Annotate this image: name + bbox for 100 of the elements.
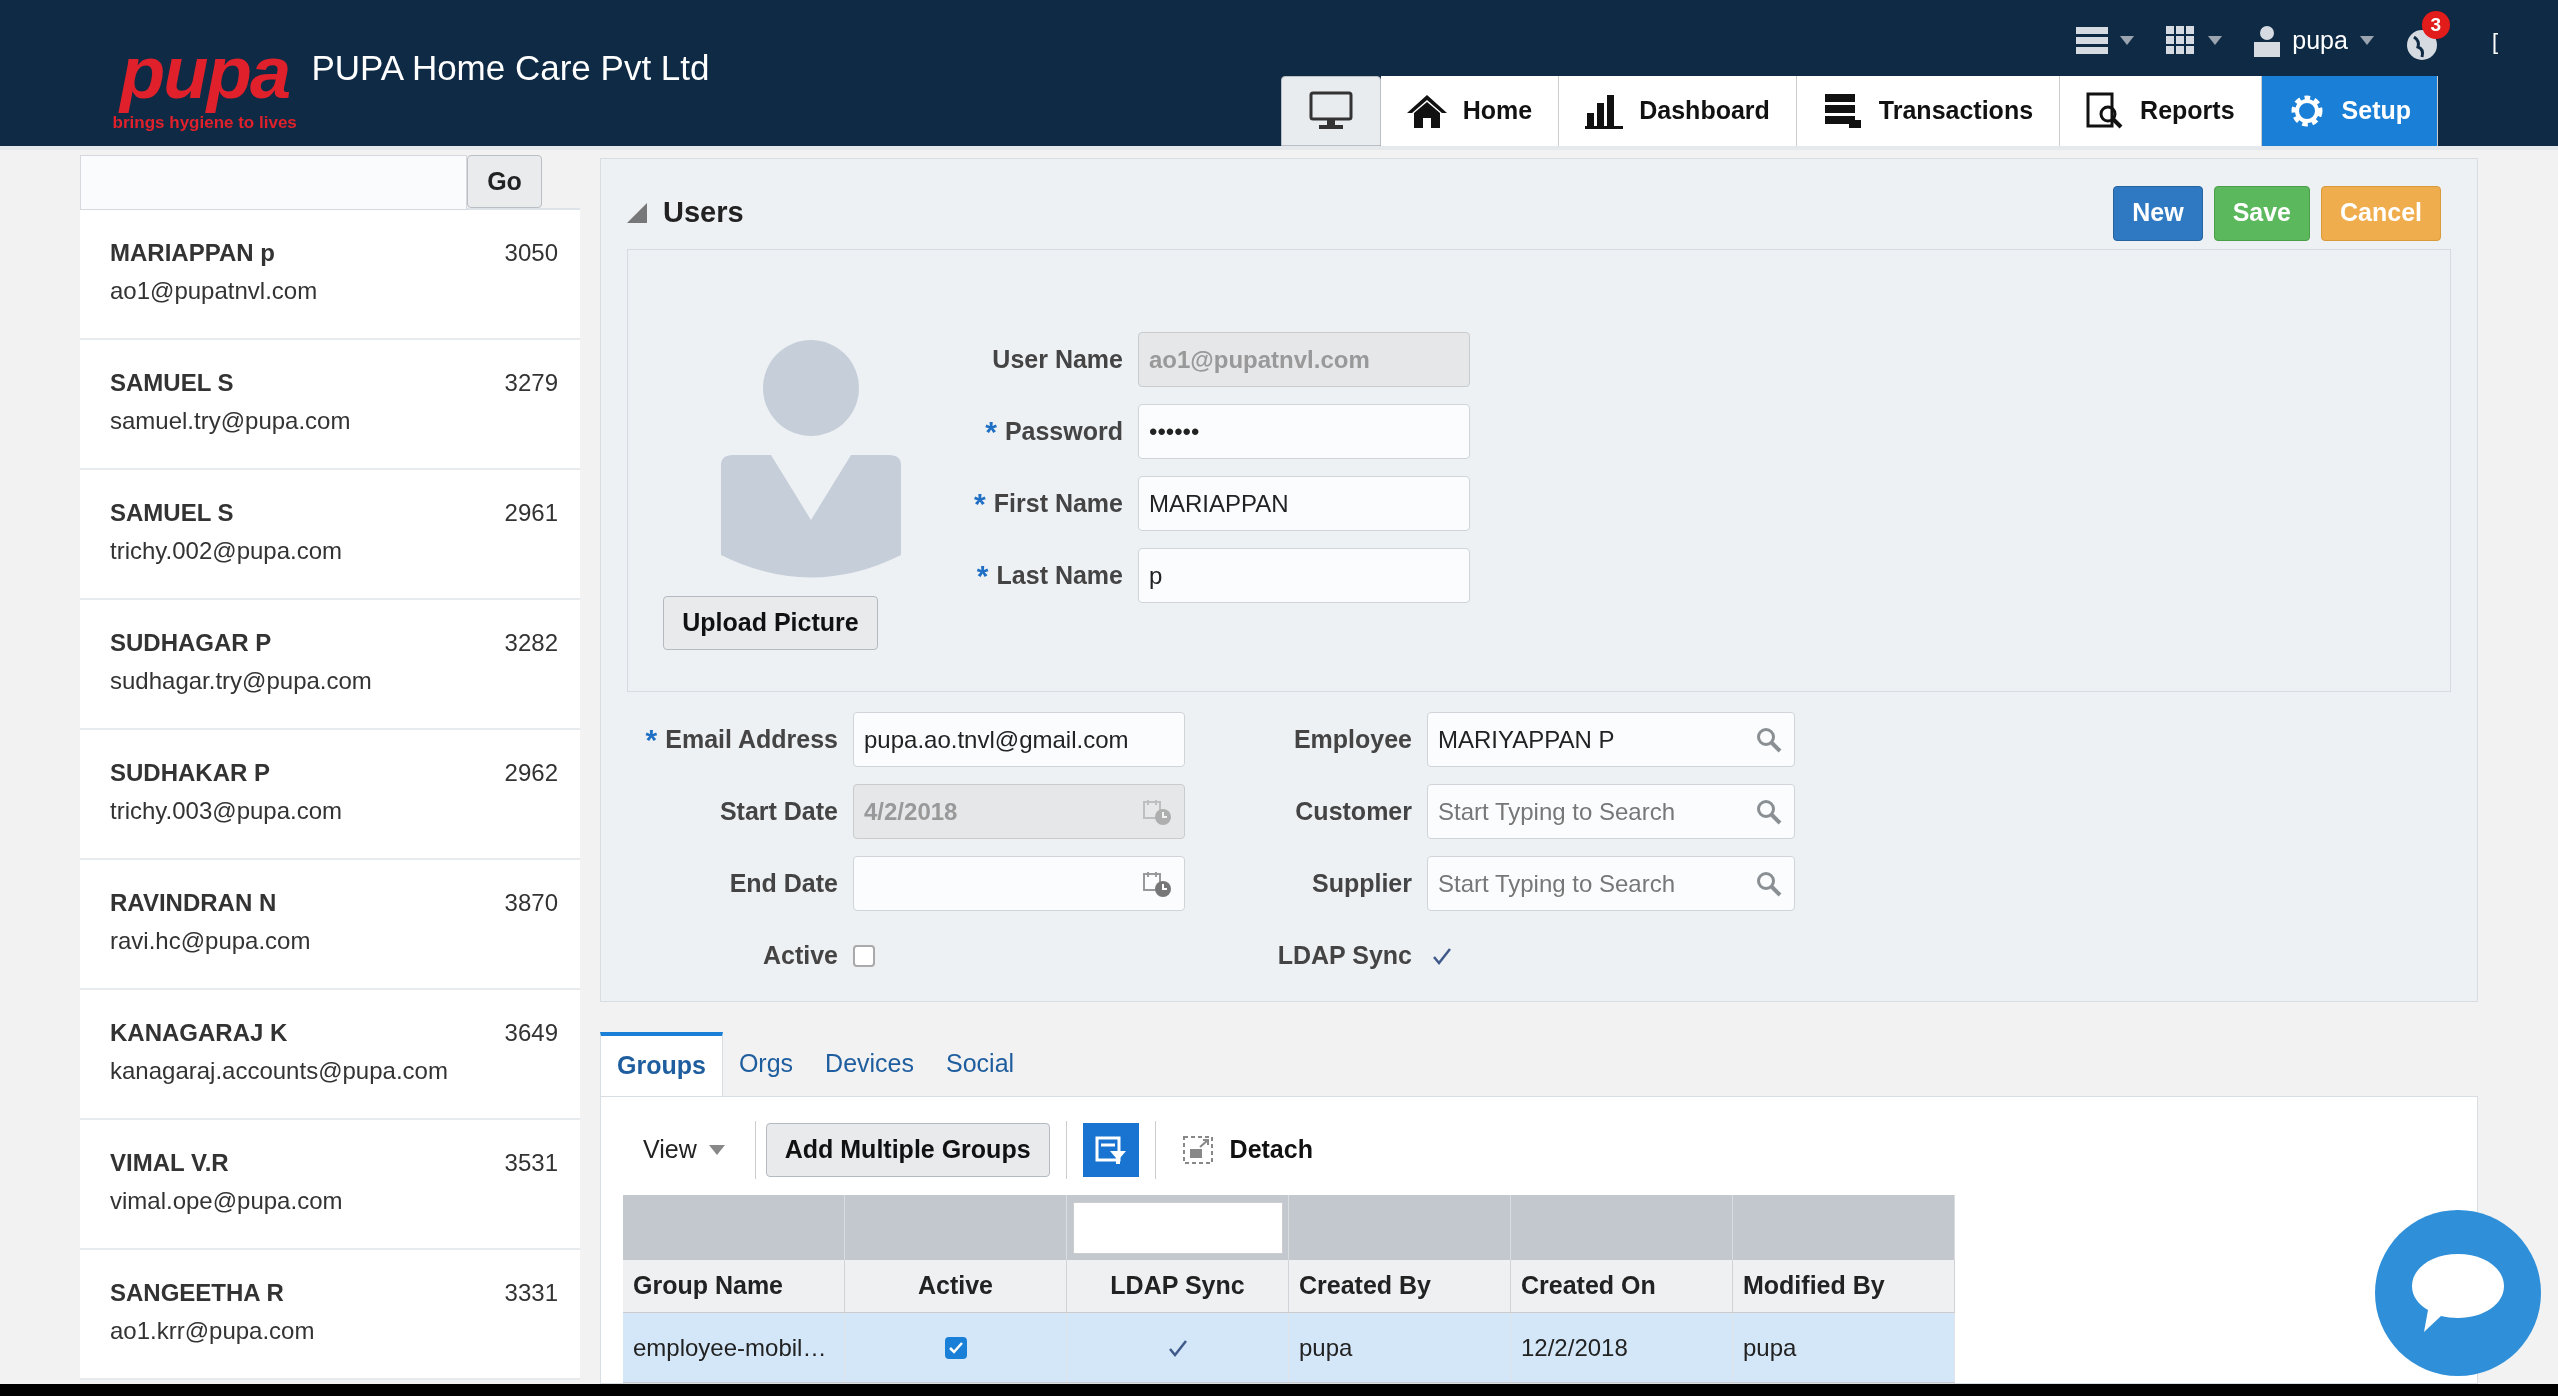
user-email: ao1@pupatnvl.com [110, 278, 318, 304]
field-label: Start Date [719, 795, 838, 827]
avatar-placeholder-icon [720, 340, 901, 578]
collapse-triangle-icon[interactable] [627, 203, 647, 223]
field-label: First Name [993, 487, 1123, 519]
nav-tab[interactable]: Setup [2261, 76, 2438, 146]
bar-chart-icon [1585, 93, 1624, 129]
column-filter-field[interactable] [1072, 1201, 1283, 1254]
nav-tab[interactable]: Home [1380, 76, 1560, 146]
user-number: 3531 [504, 1150, 558, 1178]
user-number: 3282 [504, 630, 558, 658]
column-header[interactable]: Created By [1289, 1260, 1511, 1312]
user-icon [2254, 25, 2281, 57]
user-list-item[interactable]: SUDHAKAR P trichy.003@pupa.com 2962 [80, 730, 580, 860]
input-field[interactable]: pupa.ao.tnvl@gmail.com [853, 712, 1185, 767]
column-header[interactable]: Created On [1511, 1260, 1733, 1312]
desktop-view-button[interactable] [1280, 76, 1381, 146]
lookup-field[interactable]: Start Typing to Search [1427, 856, 1795, 911]
upload-picture-button[interactable]: Upload Picture [663, 596, 878, 650]
user-number: 2962 [504, 760, 558, 788]
user-list-item[interactable]: VIMAL V.R vimal.ope@pupa.com 3531 [80, 1120, 580, 1250]
lookup-field[interactable]: MARIYAPPAN P [1427, 712, 1795, 767]
user-email: ravi.hc@pupa.com [110, 928, 311, 954]
user-list-item[interactable]: MARIAPPAN p ao1@pupatnvl.com 3050 [80, 210, 580, 340]
user-email: vimal.ope@pupa.com [110, 1188, 343, 1214]
column-header[interactable]: Group Name [623, 1260, 845, 1312]
search-icon [1756, 798, 1782, 825]
search-field[interactable] [80, 155, 467, 210]
user-menu[interactable]: pupa [2254, 22, 2374, 60]
notification-count: 3 [2421, 11, 2450, 39]
view-menu-button[interactable]: View [623, 1131, 745, 1169]
user-number: 3331 [504, 1280, 558, 1308]
user-number: 3870 [504, 890, 558, 918]
user-name: SUDHAGAR P [110, 630, 273, 656]
input-field[interactable]: MARIAPPAN [1138, 476, 1470, 531]
detach-icon [1181, 1135, 1214, 1165]
home-icon [1406, 93, 1447, 129]
field-label: Password [1004, 415, 1123, 447]
user-name: VIMAL V.R [110, 1150, 230, 1176]
user-list-item[interactable]: SAMUEL S trichy.002@pupa.com 2961 [80, 470, 580, 600]
user-email: kanagaraj.accounts@pupa.com [110, 1058, 448, 1084]
table-cell: 12/2/2018 [1511, 1313, 1733, 1382]
field-label: Supplier [1312, 867, 1412, 899]
go-button[interactable]: Go [467, 155, 542, 208]
checkbox[interactable] [853, 944, 875, 967]
user-name: RAVINDRAN N [110, 890, 278, 916]
calendar-icon [1142, 869, 1172, 898]
required-asterisk: * [985, 421, 997, 442]
cut-off-glyph: [ [2491, 27, 2498, 56]
column-header[interactable]: LDAP Sync [1067, 1260, 1289, 1312]
filter-button[interactable] [1082, 1123, 1139, 1177]
user-list-item[interactable]: SANGEETHA R ao1.krr@pupa.com 3331 [80, 1250, 580, 1380]
user-list-item[interactable]: SAMUEL S samuel.try@pupa.com 3279 [80, 340, 580, 470]
user-number: 3050 [504, 240, 558, 268]
required-asterisk: * [974, 493, 986, 514]
user-email: trichy.002@pupa.com [110, 538, 343, 564]
table-cell: employee-mobil… [623, 1313, 845, 1382]
nav-tab[interactable]: Reports [2060, 76, 2262, 146]
filter-icon [1094, 1135, 1127, 1165]
add-multiple-groups-button[interactable]: Add Multiple Groups [765, 1123, 1050, 1177]
calendar-icon [1142, 797, 1172, 826]
apps-grid-icon[interactable] [2166, 26, 2223, 56]
column-header[interactable]: Active [845, 1260, 1067, 1312]
table-cell: pupa [1733, 1313, 1955, 1382]
column-header[interactable]: Modified By [1733, 1260, 1955, 1312]
user-list-item[interactable]: RAVINDRAN N ravi.hc@pupa.com 3870 [80, 860, 580, 990]
field-label: Employee [1293, 723, 1412, 755]
date-field[interactable] [853, 856, 1185, 911]
logo-wordmark: pupa [117, 33, 291, 113]
user-email: ao1.krr@pupa.com [110, 1318, 315, 1344]
nav-tab[interactable]: Transactions [1796, 76, 2061, 146]
nav-tab[interactable]: Dashboard [1559, 76, 1797, 146]
table-cell: pupa [1289, 1313, 1511, 1382]
tab[interactable]: Orgs [722, 1032, 810, 1096]
table-row[interactable]: employee-mobil… pupa 12/2/2018 pupa [623, 1313, 1955, 1383]
lookup-field[interactable]: Start Typing to Search [1427, 784, 1795, 839]
form-action-button[interactable]: New [2113, 185, 2203, 241]
field-label: LDAP Sync [1277, 939, 1412, 971]
list-menu-icon[interactable] [2076, 27, 2135, 55]
user-list-item[interactable]: SUDHAGAR P sudhagar.try@pupa.com 3282 [80, 600, 580, 730]
user-number: 3649 [504, 1020, 558, 1048]
input-field[interactable]: •••••• [1138, 404, 1470, 459]
detach-button[interactable]: Detach [1171, 1131, 1323, 1169]
company-name: PUPA Home Care Pvt Ltd [311, 46, 710, 89]
document-search-icon [2086, 92, 2125, 130]
input-field[interactable]: p [1138, 548, 1470, 603]
field-label: Last Name [996, 559, 1123, 591]
user-name: SANGEETHA R [110, 1280, 285, 1306]
tab[interactable]: Social [930, 1032, 1031, 1096]
checkbox[interactable] [944, 1336, 967, 1359]
caret-icon [2359, 36, 2374, 46]
required-asterisk: * [976, 565, 989, 586]
logo-tagline: brings hygiene to lives [112, 113, 297, 133]
user-list-item[interactable]: KANAGARAJ K kanagaraj.accounts@pupa.com 3649 [80, 990, 580, 1120]
monitor-icon [1308, 91, 1353, 131]
search-icon [1756, 726, 1782, 753]
tab[interactable]: Groups [600, 1032, 723, 1096]
field-label: Active [762, 939, 838, 971]
user-number: 3279 [504, 370, 558, 398]
tab[interactable]: Devices [809, 1032, 930, 1096]
